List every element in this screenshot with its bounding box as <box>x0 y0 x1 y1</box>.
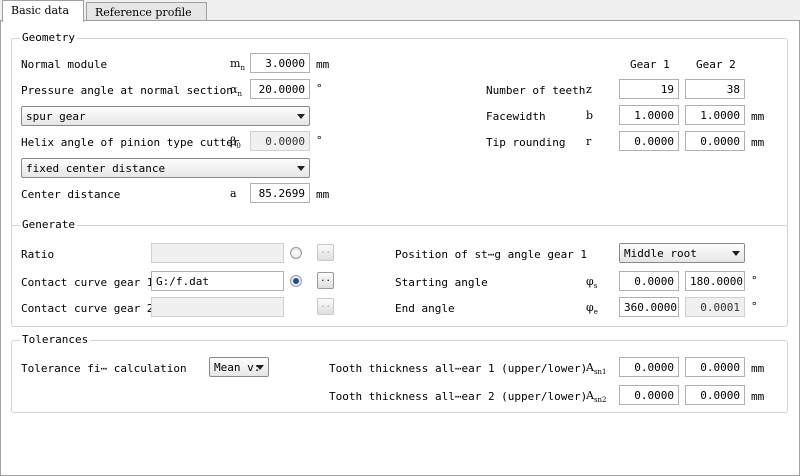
tip-rounding-gear2-input[interactable]: 0.0000 <box>685 131 745 151</box>
center-mode-value: fixed center distance <box>26 162 166 175</box>
ratio-browse-button: .. <box>317 244 334 261</box>
tolerance-calc-select[interactable]: Mean v: <box>209 357 269 377</box>
facewidth-unit: mm <box>751 110 765 123</box>
ratio-input <box>151 243 284 263</box>
ratio-label: Ratio <box>21 248 55 261</box>
helix-angle-unit: ° <box>316 134 323 147</box>
position-value: Middle root <box>624 247 697 260</box>
center-distance-label: Center distance <box>21 188 121 201</box>
helix-angle-label: Helix angle of pinion type cutter <box>21 136 240 149</box>
end-angle-label: End angle <box>395 302 455 315</box>
starting-angle-unit: ° <box>751 274 758 287</box>
pressure-angle-label: Pressure angle at normal section <box>21 84 233 97</box>
tooth1-upper-input[interactable]: 0.0000 <box>619 357 679 377</box>
facewidth-gear1-input[interactable]: 1.0000 <box>619 105 679 125</box>
teeth-symbol: z <box>586 83 592 96</box>
gear2-header: Gear 2 <box>696 58 736 71</box>
starting-angle-input-1[interactable]: 0.0000 <box>619 271 679 291</box>
center-distance-symbol: a <box>230 187 237 200</box>
end-angle-symbol: φe <box>586 301 598 317</box>
end-angle-input-2: 0.0001 <box>685 297 745 317</box>
tooth2-unit: mm <box>751 390 765 403</box>
starting-angle-input-2[interactable]: 180.0000 <box>685 271 745 291</box>
chevron-down-icon <box>256 365 264 370</box>
position-label: Position of st⋯g angle gear 1 <box>395 248 588 261</box>
curve2-label: Contact curve gear 2 <box>21 302 154 315</box>
curve1-label: Contact curve gear 1 <box>21 276 154 289</box>
pressure-angle-input[interactable]: 20.0000 <box>250 79 310 99</box>
tooth1-label: Tooth thickness all⋯ear 1 (upper/lower) <box>329 362 588 375</box>
pressure-angle-unit: ° <box>316 82 323 95</box>
teeth-gear1-input[interactable]: 19 <box>619 79 679 99</box>
teeth-gear2-input[interactable]: 38 <box>685 79 745 99</box>
curve2-browse-button: .. <box>317 298 334 315</box>
tooth1-symbol: Asn1 <box>586 361 607 377</box>
tab-page: Geometry Normal module mn 3.0000 mm Pres… <box>0 20 800 476</box>
tooth1-unit: mm <box>751 362 765 375</box>
tooth1-lower-input[interactable]: 0.0000 <box>685 357 745 377</box>
tip-rounding-unit: mm <box>751 136 765 149</box>
tolerance-calc-label: Tolerance fi⋯ calculation <box>21 362 187 375</box>
generate-group-title: Generate <box>20 218 77 231</box>
tip-rounding-symbol: r <box>586 135 592 148</box>
end-angle-input-1[interactable]: 360.0000 <box>619 297 679 317</box>
curve1-input[interactable]: G:/f.dat <box>151 271 284 291</box>
facewidth-symbol: b <box>586 109 594 122</box>
end-angle-unit: ° <box>751 300 758 313</box>
teeth-label: Number of teeth <box>486 84 586 97</box>
center-distance-unit: mm <box>316 188 330 201</box>
pressure-angle-symbol: αn <box>230 83 242 99</box>
tip-rounding-gear1-input[interactable]: 0.0000 <box>619 131 679 151</box>
center-mode-select[interactable]: fixed center distance <box>21 158 310 178</box>
normal-module-input[interactable]: 3.0000 <box>250 53 310 73</box>
starting-angle-label: Starting angle <box>395 276 488 289</box>
gear-type-select[interactable]: spur gear <box>21 106 310 126</box>
helix-angle-input: 0.0000 <box>250 131 310 151</box>
starting-angle-symbol: φs <box>586 275 598 291</box>
normal-module-label: Normal module <box>21 58 108 71</box>
chevron-down-icon <box>732 251 740 256</box>
chevron-down-icon <box>297 114 305 119</box>
chevron-down-icon <box>297 166 305 171</box>
position-select[interactable]: Middle root <box>619 243 745 263</box>
gear1-header: Gear 1 <box>630 58 670 71</box>
tooth2-lower-input[interactable]: 0.0000 <box>685 385 745 405</box>
normal-module-symbol: mn <box>230 57 245 73</box>
tab-reference-profile[interactable]: Reference profile <box>86 2 207 21</box>
tolerances-group-title: Tolerances <box>20 333 91 346</box>
gear-type-value: spur gear <box>26 110 86 123</box>
tooth2-upper-input[interactable]: 0.0000 <box>619 385 679 405</box>
normal-module-unit: mm <box>316 58 330 71</box>
facewidth-label: Facewidth <box>486 110 546 123</box>
tab-basic-data[interactable]: Basic data <box>2 0 84 22</box>
helix-angle-symbol: β0 <box>230 135 241 151</box>
tab-bar: Basic data Reference profile <box>0 0 800 22</box>
facewidth-gear2-input[interactable]: 1.0000 <box>685 105 745 125</box>
center-distance-input[interactable]: 85.2699 <box>250 183 310 203</box>
tip-rounding-label: Tip rounding <box>486 136 566 149</box>
curve2-input <box>151 297 284 317</box>
curve1-browse-button[interactable]: .. <box>317 272 334 289</box>
curve1-radio[interactable] <box>290 275 302 287</box>
tooth2-symbol: Asn2 <box>586 389 607 405</box>
geometry-group-title: Geometry <box>20 31 77 44</box>
tolerance-calc-value: Mean v: <box>214 361 261 374</box>
tooth2-label: Tooth thickness all⋯ear 2 (upper/lower) <box>329 390 588 403</box>
ratio-radio[interactable] <box>290 247 302 259</box>
